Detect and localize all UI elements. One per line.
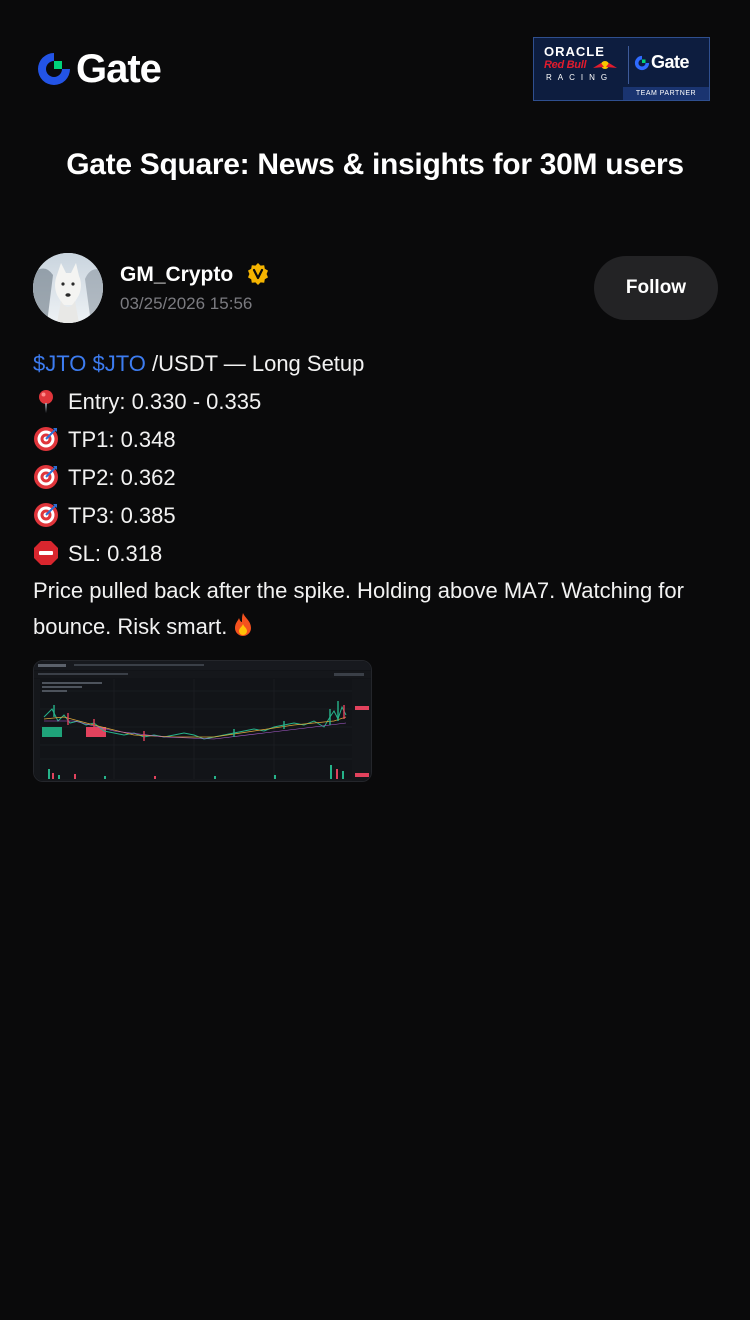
post-title-line: $JTO $JTO /USDT — Long Setup	[33, 345, 723, 383]
ticker-tag[interactable]: $JTO	[93, 351, 146, 376]
author-name[interactable]: GM_Crypto	[120, 263, 233, 287]
gate-logo-icon	[634, 55, 650, 70]
redbull-bulls-icon	[593, 61, 617, 69]
post-paragraph-text: Price pulled back after the spike. Holdi…	[33, 578, 684, 639]
wolf-avatar-image	[33, 253, 103, 323]
author-avatar[interactable]	[33, 253, 103, 323]
partner-gate-logo: Gate	[634, 52, 690, 73]
follow-button[interactable]: Follow	[594, 256, 718, 320]
attached-chart-image[interactable]	[33, 660, 372, 782]
direct-hit-icon	[34, 503, 58, 527]
chart-screenshot-thumbnail	[34, 661, 371, 781]
stop-sign-icon	[34, 541, 58, 565]
entry-line: Entry: 0.330 - 0.335	[33, 383, 723, 421]
tp3-text: TP3: 0.385	[68, 503, 176, 528]
page-headline: Gate Square: News & insights for 30M use…	[66, 148, 684, 181]
round-pushpin-icon	[39, 390, 53, 413]
gate-logo-text: Gate	[76, 47, 162, 91]
direct-hit-icon	[34, 427, 58, 451]
verified-badge-icon	[248, 263, 268, 285]
stop-loss-text: SL: 0.318	[68, 541, 163, 566]
fire-icon	[235, 613, 252, 636]
team-partner-label: TEAM PARTNER	[623, 87, 709, 100]
partner-gate-text: Gate	[651, 52, 690, 72]
tp3-line: TP3: 0.385	[33, 497, 723, 535]
direct-hit-icon	[34, 465, 58, 489]
ticker-tag[interactable]: $JTO	[33, 351, 86, 376]
post-timestamp: 03/25/2026 15:56	[120, 294, 253, 313]
team-partner-banner[interactable]: ORACLE Red Bull RACING Gate TEAM PARTNER	[533, 37, 710, 101]
post-title-text: /USDT — Long Setup	[145, 351, 365, 376]
tp1-text: TP1: 0.348	[68, 427, 176, 452]
gate-square-page: Gate ORACLE Red Bull RACING Gate TEAM PA…	[0, 0, 750, 1320]
entry-text: Entry: 0.330 - 0.335	[68, 389, 262, 414]
oracle-wordmark: ORACLE	[544, 44, 605, 59]
racing-wordmark: RACING	[546, 73, 614, 82]
gate-logo-icon	[38, 53, 70, 85]
tp2-text: TP2: 0.362	[68, 465, 176, 490]
redbull-wordmark: Red Bull	[544, 59, 587, 71]
partner-divider	[628, 46, 629, 84]
tp2-line: TP2: 0.362	[33, 459, 723, 497]
tp1-line: TP1: 0.348	[33, 421, 723, 459]
stop-loss-line: SL: 0.318	[33, 535, 723, 573]
post-body: $JTO $JTO /USDT — Long Setup Entry: 0.33…	[33, 345, 723, 645]
post-paragraph: Price pulled back after the spike. Holdi…	[33, 573, 723, 645]
gate-logo[interactable]: Gate	[36, 47, 162, 91]
